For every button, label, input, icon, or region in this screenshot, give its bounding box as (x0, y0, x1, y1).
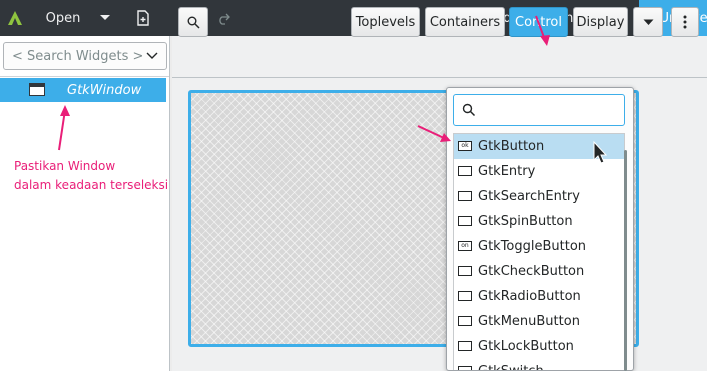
toggle-button-icon: on (458, 241, 472, 251)
open-menu-arrow-icon[interactable] (94, 0, 116, 36)
widget-list-item-label: GtkSwitch (478, 364, 544, 370)
widget-list-item[interactable]: GtkEntry (454, 159, 624, 184)
widget-list-item-label: GtkCheckButton (478, 264, 585, 279)
search-widgets-combo[interactable]: < Search Widgets > (3, 42, 167, 70)
popover-scrollbar[interactable] (624, 150, 627, 371)
annotation-text: Pastikan Window dalam keadaan terseleksi (14, 157, 168, 195)
widget-list-item-label: GtkSpinButton (478, 214, 573, 229)
widget-list-item[interactable]: ok GtkButton (454, 134, 624, 159)
window-icon (29, 83, 45, 96)
widget-list-item-label: GtkButton (478, 139, 545, 154)
widget-list-item[interactable]: on GtkToggleButton (454, 234, 624, 259)
search-icon (462, 103, 476, 117)
display-button[interactable]: Display (573, 7, 628, 37)
tree-separator (0, 76, 169, 77)
widget-list-item-label: GtkRadioButton (478, 289, 581, 304)
glade-app-icon (4, 0, 26, 36)
widget-list-item-label: GtkLockButton (478, 339, 574, 354)
search-icon (187, 16, 200, 29)
widget-list-item[interactable]: GtkSearchEntry (454, 184, 624, 209)
toplevels-button[interactable]: Toplevels (351, 7, 420, 37)
switch-icon (458, 366, 472, 370)
new-document-button[interactable] (132, 0, 154, 36)
widget-list-item[interactable]: GtkRadioButton (454, 284, 624, 309)
search-widgets-placeholder: < Search Widgets > (12, 48, 144, 64)
tree-item-label: GtkWindow (67, 82, 142, 98)
popover-search-input[interactable] (453, 94, 625, 126)
widget-tree-panel: < Search Widgets > GtkWindow (0, 36, 170, 371)
menu-button-icon (458, 316, 472, 326)
search-button[interactable] (178, 7, 208, 37)
widget-list-item[interactable]: GtkSwitch (454, 359, 624, 370)
widget-list-item[interactable]: GtkMenuButton (454, 309, 624, 334)
more-categories-button[interactable] (633, 7, 663, 37)
check-button-icon (458, 266, 472, 276)
control-button[interactable]: Control (509, 7, 568, 37)
radio-button-icon (458, 291, 472, 301)
chevron-down-icon (146, 52, 158, 59)
widget-list-item-label: GtkToggleButton (478, 239, 587, 254)
menu-button[interactable] (671, 7, 699, 37)
widget-list-item-label: GtkEntry (478, 164, 536, 179)
widget-list-item[interactable]: GtkCheckButton (454, 259, 624, 284)
lock-button-icon (458, 341, 472, 351)
widget-list-item-label: GtkMenuButton (478, 314, 580, 329)
widget-list-item[interactable]: GtkLockButton (454, 334, 624, 359)
control-popover: ok GtkButton GtkEntry GtkSearchEntry GtkSpin… (446, 87, 634, 371)
containers-button[interactable]: Containers (425, 7, 505, 37)
spin-button-icon (458, 216, 472, 226)
entry-icon (458, 166, 472, 176)
annotation-line-2: dalam keadaan terseleksi (14, 178, 169, 192)
search-entry-icon (458, 191, 472, 201)
open-button[interactable]: Open (36, 0, 90, 36)
widget-list-item-label: GtkSearchEntry (478, 189, 580, 204)
palette-toolbar (172, 36, 707, 78)
widget-list: ok GtkButton GtkEntry GtkSearchEntry GtkSpin… (453, 133, 625, 370)
widget-list-item[interactable]: GtkSpinButton (454, 209, 624, 234)
tree-item-gtkwindow[interactable]: GtkWindow (0, 78, 166, 102)
chevron-down-icon (643, 19, 653, 25)
redo-button[interactable] (212, 0, 234, 36)
vertical-ellipsis-icon (683, 15, 687, 29)
annotation-line-1: Pastikan Window (14, 159, 116, 173)
button-icon: ok (458, 141, 472, 151)
